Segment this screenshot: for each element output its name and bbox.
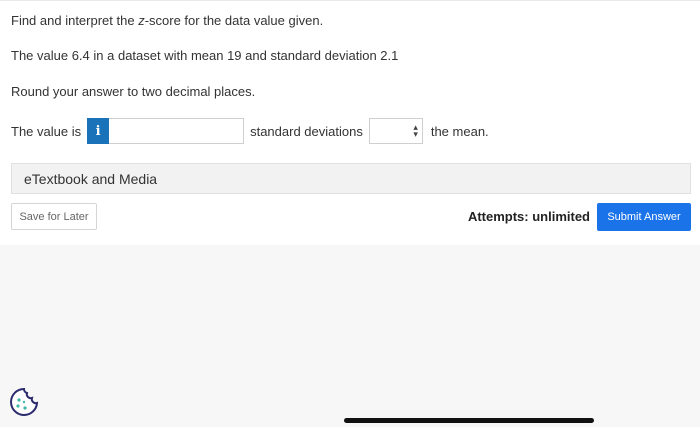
submit-answer-button[interactable]: Submit Answer xyxy=(597,203,691,231)
question-line-1: Find and interpret the z-score for the d… xyxy=(11,13,323,28)
answer-middle-text: standard deviations xyxy=(250,123,363,139)
home-indicator xyxy=(344,418,594,423)
attempts-text: Attempts: unlimited xyxy=(467,209,590,224)
answer-prefix: The value is xyxy=(11,123,82,139)
question-text-suffix: -score for the data value given. xyxy=(144,13,324,28)
value-input[interactable] xyxy=(109,118,245,144)
media-label: eTextbook and Media xyxy=(24,170,158,187)
question-line-3: Round your answer to two decimal places. xyxy=(11,84,256,99)
answer-row: The value is i standard deviations ▴ ▾ th… xyxy=(11,118,489,144)
answer-suffix: the mean. xyxy=(430,123,489,139)
question-card: Find and interpret the z-score for the d… xyxy=(0,0,700,245)
question-text: Find and interpret the xyxy=(11,13,139,28)
chevron-updown-icon: ▴ ▾ xyxy=(413,122,418,139)
direction-select[interactable]: ▴ ▾ xyxy=(368,118,423,144)
etextbook-media-toggle[interactable]: eTextbook and Media xyxy=(11,163,691,194)
question-line-2: The value 6.4 in a dataset with mean 19 … xyxy=(11,48,399,63)
save-for-later-button[interactable]: Save for Later xyxy=(11,203,97,230)
cookie-icon[interactable] xyxy=(9,387,39,417)
info-icon[interactable]: i xyxy=(87,118,110,144)
